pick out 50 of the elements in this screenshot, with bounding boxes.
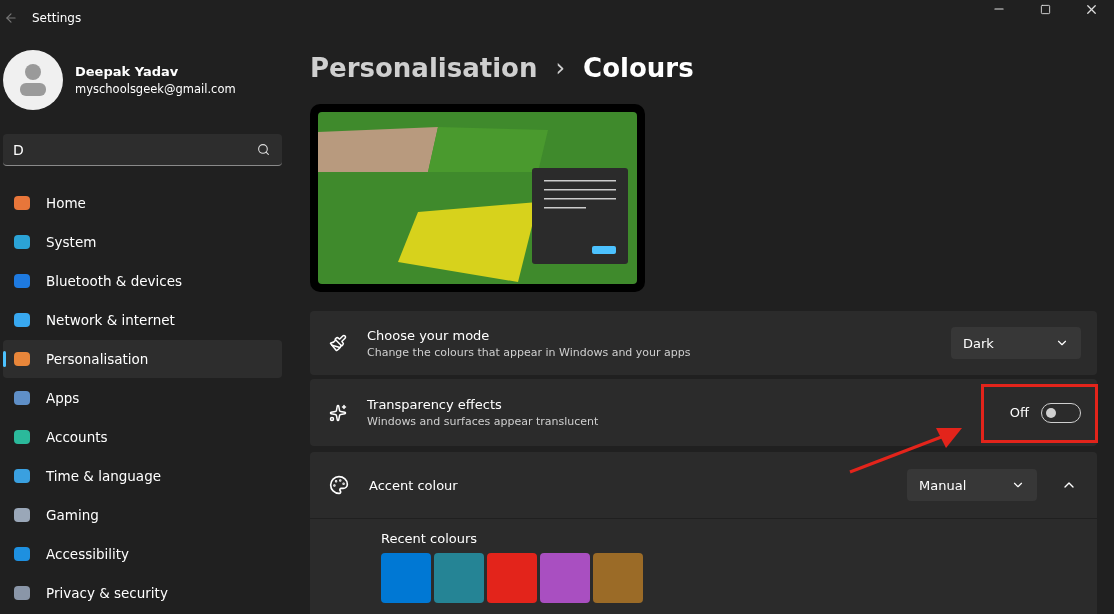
nav-icon xyxy=(12,583,32,603)
nav-icon xyxy=(12,232,32,252)
colour-swatch[interactable] xyxy=(381,553,431,603)
colour-swatch[interactable] xyxy=(593,553,643,603)
sidebar-item[interactable]: Network & internet xyxy=(3,301,282,339)
search-icon xyxy=(257,143,270,156)
avatar xyxy=(3,50,63,110)
breadcrumb-separator: › xyxy=(555,54,566,82)
colour-swatch[interactable] xyxy=(434,553,484,603)
sidebar-item[interactable]: Bluetooth & devices xyxy=(3,262,282,300)
nav-icon xyxy=(12,466,32,486)
nav-icon xyxy=(12,505,32,525)
nav-icon xyxy=(12,388,32,408)
sidebar-item[interactable]: Accounts xyxy=(3,418,282,456)
colour-swatch[interactable] xyxy=(487,553,537,603)
nav-icon xyxy=(12,193,32,213)
sidebar-item[interactable]: Time & language xyxy=(3,457,282,495)
sidebar-item[interactable]: Privacy & security xyxy=(3,574,282,612)
nav-icon xyxy=(12,271,32,291)
sidebar-item[interactable]: Gaming xyxy=(3,496,282,534)
maximize-icon xyxy=(1039,3,1051,15)
recent-colours-label: Recent colours xyxy=(381,531,479,546)
sidebar-item[interactable]: Apps xyxy=(3,379,282,417)
paintbrush-icon xyxy=(329,334,347,352)
search-field[interactable]: D xyxy=(3,134,282,166)
colour-swatch[interactable] xyxy=(540,553,590,603)
sidebar-item[interactable]: System xyxy=(3,223,282,261)
setting-title: Choose your mode xyxy=(367,327,491,343)
page-title: Colours xyxy=(583,53,694,83)
setting-title: Transparency effects xyxy=(367,397,503,412)
palette-icon xyxy=(329,475,349,495)
sparkle-icon xyxy=(329,403,347,422)
setting-description: Windows and surfaces appear translucent xyxy=(367,415,600,428)
setting-title: Accent colour xyxy=(369,477,459,493)
user-email: myschoolsgeek@gmail.com xyxy=(75,82,236,96)
sidebar-item[interactable]: Home xyxy=(3,184,282,222)
sidebar-item[interactable]: Personalisation xyxy=(3,340,282,378)
nav-icon xyxy=(12,310,32,330)
nav-icon xyxy=(12,349,32,369)
nav-icon xyxy=(12,544,32,564)
user-name: Deepak Yadav xyxy=(75,64,180,79)
window-title: Settings xyxy=(32,11,82,25)
setting-description: Change the colours that appear in Windows and your apps xyxy=(367,345,692,359)
nav-icon xyxy=(12,427,32,447)
accent-dropdown[interactable]: Manual xyxy=(907,469,1037,501)
back-icon[interactable] xyxy=(4,11,18,25)
breadcrumb-parent[interactable]: Personalisation xyxy=(310,53,538,83)
sidebar-item[interactable]: Accessibility xyxy=(3,535,282,573)
mode-dropdown[interactable]: Dark xyxy=(951,327,1081,359)
toggle-state-label: Off xyxy=(1009,405,1029,420)
